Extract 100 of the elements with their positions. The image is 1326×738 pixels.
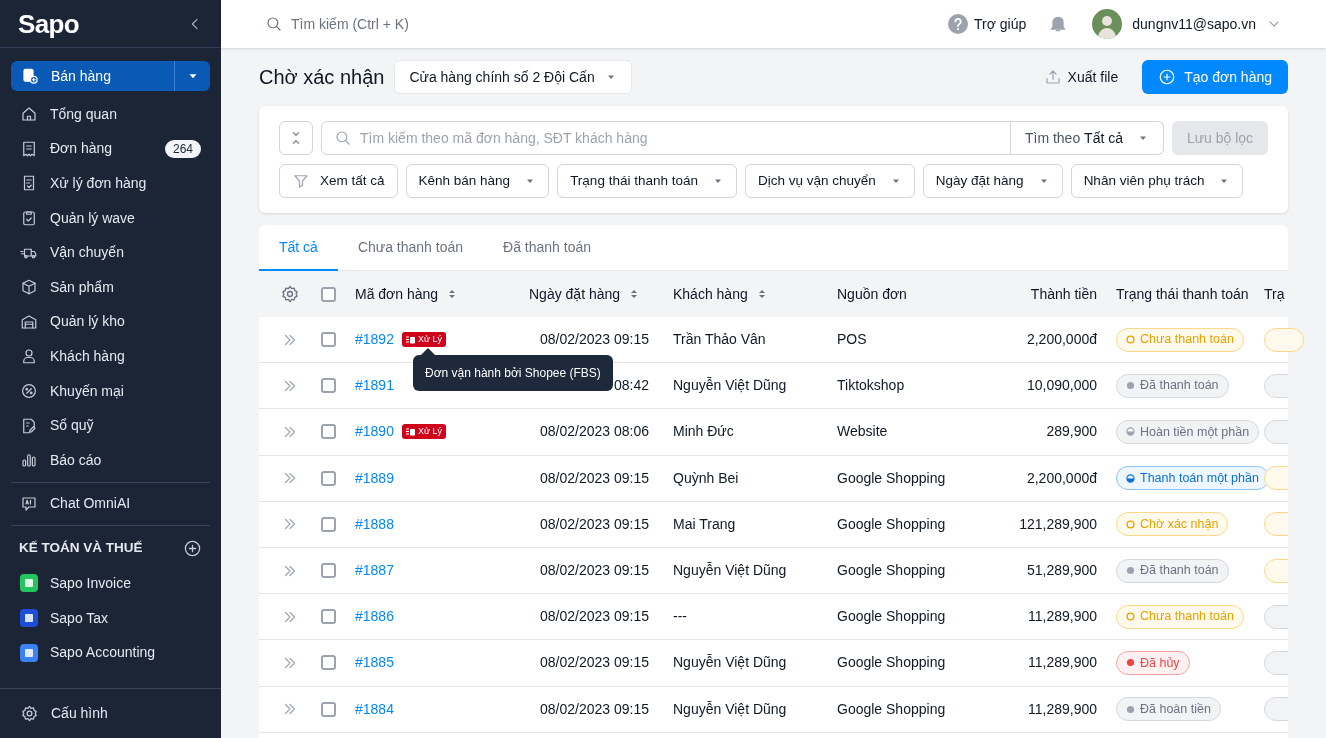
store-select[interactable]: Cửa hàng chính số 2 Đội Cấn	[394, 60, 632, 94]
column-header: Trạ	[1264, 284, 1286, 304]
chat-bubble-icon	[20, 494, 38, 513]
discount-icon	[20, 382, 38, 401]
row-checkbox[interactable]	[321, 332, 336, 348]
help-icon	[948, 14, 969, 34]
select-all-checkbox[interactable]	[321, 286, 336, 302]
order-search-field[interactable]: Tìm kiếm theo mã đơn hàng, SĐT khách hàng	[321, 121, 1011, 155]
filter-dropdown[interactable]: Nhân viên phụ trách	[1070, 164, 1244, 198]
table-cell-text: Trần Thảo Vân	[673, 330, 767, 350]
tab[interactable]: Đã thanh toán	[483, 225, 611, 271]
table-cell-text: POS	[837, 330, 868, 350]
sidebar-item[interactable]: Báo cáo	[0, 442, 221, 478]
sidebar-item[interactable]: Cấu hình	[0, 696, 221, 731]
row-checkbox[interactable]	[321, 516, 336, 532]
add-icon[interactable]	[183, 538, 202, 558]
column-header[interactable]: Ngày đặt hàng	[529, 283, 621, 305]
view-all-button[interactable]: Xem tất cả	[279, 164, 398, 198]
processing-badge: Xử Lý	[401, 424, 446, 440]
order-link[interactable]: #1892	[355, 329, 394, 351]
table-cell-text: Google Shopping	[837, 468, 947, 488]
table-cell-text: Mai Trang	[673, 514, 737, 534]
filter-dropdown[interactable]: Kênh bán hàng	[405, 164, 550, 198]
row-checkbox[interactable]	[321, 701, 336, 717]
table-cell-text: 08/02/2023 09:15	[539, 330, 650, 350]
order-link[interactable]: #1889	[355, 467, 394, 489]
row-checkbox[interactable]	[321, 609, 336, 625]
sidebar-item[interactable]: Xử lý đơn hàng	[0, 166, 221, 201]
table-cell-text: 08/02/2023 09:15	[539, 653, 650, 673]
table-cell-text: 10,090,000	[1025, 376, 1097, 396]
sales-menu-button[interactable]: Bán hàng	[11, 61, 210, 91]
order-link[interactable]: #1886	[355, 606, 394, 628]
sidebar-item[interactable]: Sapo Accounting	[0, 635, 221, 670]
help-link[interactable]: Trợ giúp	[948, 13, 1027, 35]
home-icon	[20, 105, 38, 124]
order-link[interactable]: #1891	[355, 375, 394, 397]
payment-status-badge: Hoàn tiền một phần	[1116, 419, 1260, 444]
table-cell-text: 08/02/2023 08:06	[539, 422, 650, 442]
payment-status-badge: Chưa thanh toán	[1116, 604, 1244, 629]
order-link[interactable]: #1890	[355, 421, 394, 443]
section-title: KẾ TOÁN VÀ THUẾ	[19, 539, 143, 557]
order-link[interactable]: #1885	[355, 652, 394, 674]
sidebar-item[interactable]: Quản lý wave	[0, 200, 221, 236]
sidebar-item[interactable]: Quản lý kho	[0, 304, 221, 340]
table-cell-text: 08/02/2023 09:15	[539, 514, 650, 534]
table-cell-text: Google Shopping	[837, 699, 947, 719]
logo[interactable]: Sapo	[18, 10, 79, 37]
column-header[interactable]: Mã đơn hàng	[355, 283, 439, 305]
order-link[interactable]: #1884	[355, 698, 394, 720]
sidebar-item[interactable]: Tổng quan	[0, 97, 221, 132]
sidebar-item[interactable]: Sản phẩm	[0, 269, 221, 305]
table-cell-text: Minh Đức	[673, 422, 735, 442]
column-header[interactable]: Khách hàng	[673, 283, 748, 305]
table-cell-text: 289,900	[1045, 422, 1097, 442]
tooltip: Đơn vận hành bởi Shopee (FBS)	[413, 355, 613, 392]
row-checkbox[interactable]	[321, 424, 336, 440]
search-field[interactable]: Tìm kiếm (Ctrl + K)	[291, 13, 591, 35]
payment-status-badge: Đã hoàn tiền	[1116, 697, 1221, 722]
table-cell-text: Google Shopping	[837, 607, 947, 627]
row-checkbox[interactable]	[321, 655, 336, 671]
sidebar-item[interactable]: Đơn hàng 264	[0, 131, 221, 167]
search-by-select[interactable]: Tìm theo Tất cả	[1010, 121, 1164, 155]
filter-dropdown[interactable]: Trạng thái thanh toán	[557, 164, 737, 198]
payment-status-badge: Đã hủy	[1116, 650, 1190, 675]
row-checkbox[interactable]	[321, 378, 336, 394]
search-input[interactable]: Tìm kiếm theo mã đơn hàng, SĐT khách hàng	[360, 127, 998, 149]
column-header: Trạng thái thanh toán	[1116, 284, 1250, 304]
settings-icon[interactable]	[280, 284, 300, 304]
order-link[interactable]: #1887	[355, 560, 394, 582]
table-cell-text: 11,289,900	[1026, 653, 1097, 673]
table-cell-text: 08/02/2023 09:15	[539, 468, 650, 488]
filter-dropdown[interactable]: Ngày đặt hàng	[922, 164, 1063, 198]
tab[interactable]: Chưa thanh toán	[337, 225, 484, 271]
sidebar-item[interactable]: Sổ quỹ	[0, 408, 221, 443]
sidebar-item[interactable]: Sapo Invoice	[0, 566, 221, 601]
row-checkbox[interactable]	[321, 470, 336, 486]
tooltip-pointer-icon	[421, 348, 435, 356]
create-order-button[interactable]: Tạo đơn hàng	[1142, 60, 1288, 94]
collapse-button[interactable]	[279, 121, 313, 155]
table-cell-text: Nguyễn Việt Dũng	[673, 653, 788, 673]
sidebar-item[interactable]: Khuyến mại	[0, 373, 221, 409]
table-cell-text: 121,289,900	[1018, 514, 1097, 534]
sidebar-item[interactable]: Vận chuyển	[0, 235, 221, 270]
sidebar-item[interactable]: Khách hàng	[0, 339, 221, 374]
order-link[interactable]: #1888	[355, 513, 394, 535]
avatar[interactable]	[1092, 9, 1123, 39]
row-checkbox[interactable]	[321, 563, 336, 579]
payment-status-badge: Đã thanh toán	[1116, 373, 1229, 398]
filter-dropdown[interactable]: Dịch vụ vận chuyển	[744, 164, 915, 198]
user-email[interactable]: dungnv11@sapo.vn	[1132, 13, 1256, 35]
upload-icon	[1043, 68, 1062, 86]
export-button[interactable]: Xuất file	[1043, 66, 1119, 88]
payment-status-badge: Đã thanh toán	[1116, 558, 1229, 583]
sidebar-item[interactable]: Sapo Tax	[0, 600, 221, 636]
table-cell-text: Tiktokshop	[837, 376, 906, 396]
table-cell-text: 08/02/2023 09:15	[539, 561, 650, 581]
table-cell-text: Nguyễn Việt Dũng	[673, 376, 788, 396]
table-cell-text: 2,200,000đ	[1025, 330, 1097, 350]
sidebar-item[interactable]: Chat OmniAI	[0, 486, 221, 522]
payment-status-badge: Thanh toán một phần	[1116, 466, 1269, 491]
